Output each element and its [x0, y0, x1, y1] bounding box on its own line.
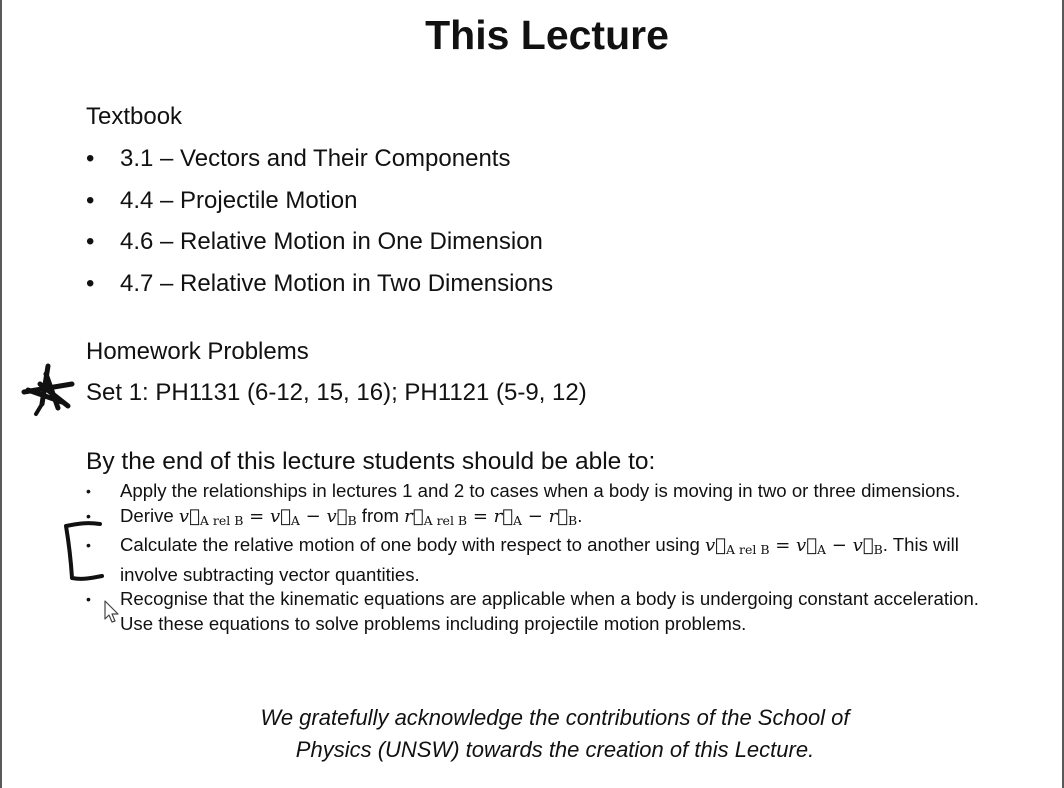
textbook-item: • 4.7 – Relative Motion in Two Dimensions [86, 263, 553, 305]
bullet: • [86, 507, 91, 524]
outcome-text: from [356, 504, 405, 526]
outcome-text: Recognise that the kinematic equations a… [120, 588, 979, 634]
outcome-item-1: • Apply the relationships in lectures 1 a… [86, 479, 1016, 504]
textbook-item-text: 4.7 – Relative Motion in Two Dimensions [120, 270, 554, 298]
outcomes-heading: By the end of this lecture students shou… [86, 448, 656, 475]
acknowledgement-line-1: We gratefully acknowledge the contributi… [260, 705, 850, 730]
bullet: • [86, 186, 95, 214]
homework-heading: Homework Problems [86, 338, 309, 365]
textbook-item: • 4.4 – Projectile Motion [86, 180, 553, 222]
bullet: • [86, 591, 91, 607]
textbook-heading: Textbook [86, 103, 183, 130]
star-annotation-icon [21, 363, 75, 416]
left-edge-line [0, 0, 2, 788]
outcome-item-2: • Derive v⃗A rel B = v⃗A − v⃗B from r⃗A r… [86, 504, 1016, 534]
textbook-item: • 4.6 – Relative Motion in One Dimension [86, 221, 553, 263]
homework-set: Set 1: PH1131 (6-12, 15, 16); PH1121 (5-… [86, 379, 587, 406]
outcome-item-4: • Recognise that the kinematic equations … [86, 587, 1016, 636]
outcome-item-3: • Calculate the relative motion of one bo… [86, 533, 1016, 587]
equation-velocity: v⃗A rel B = v⃗A − v⃗B [178, 505, 357, 528]
textbook-list: • 3.1 – Vectors and Their Components • 4.4… [86, 138, 553, 305]
textbook-item-text: 4.4 – Projectile Motion [120, 186, 358, 214]
outcome-text: Apply the relationships in lectures 1 an… [120, 480, 961, 501]
bullet: • [86, 270, 95, 298]
acknowledgement-line-2: Physics (UNSW) towards the creation of t… [295, 737, 815, 762]
outcome-text: . [577, 504, 583, 526]
bullet: • [86, 483, 91, 499]
bullet: • [86, 537, 91, 553]
acknowledgement: We gratefully acknowledge the contributi… [230, 702, 880, 766]
textbook-item-text: 4.6 – Relative Motion in One Dimension [120, 228, 543, 256]
bullet: • [86, 228, 95, 256]
outcomes-list: • Apply the relationships in lectures 1 a… [86, 479, 1016, 636]
outcome-text: Derive [120, 504, 179, 526]
equation-position: r⃗A rel B = r⃗A − r⃗B [404, 505, 578, 528]
textbook-item-text: 3.1 – Vectors and Their Components [120, 145, 511, 172]
slide-title: This Lecture [425, 12, 669, 58]
outcome-text: Calculate the relative motion of one bod… [120, 534, 706, 555]
equation-velocity: v⃗A rel B = v⃗A − v⃗B [705, 535, 883, 557]
bullet: • [86, 145, 95, 172]
textbook-item: • 3.1 – Vectors and Their Components [86, 138, 553, 180]
